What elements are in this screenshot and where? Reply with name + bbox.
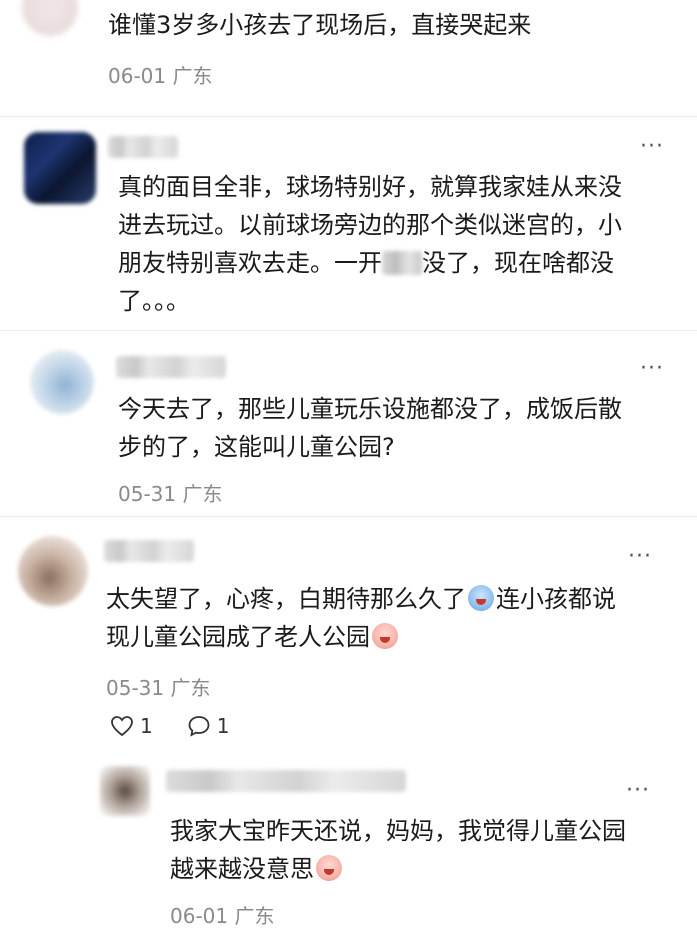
more-icon[interactable]: ··· — [640, 136, 664, 158]
like-count: 1 — [140, 714, 153, 738]
comment-line: 我家大宝昨天还说，妈妈，我觉得儿童公园 — [170, 817, 626, 845]
comment-date: 06-01 — [170, 904, 229, 928]
reply-count: 1 — [216, 714, 230, 738]
comment-line-part: 太失望了，心疼，白期待那么久了 — [106, 585, 466, 613]
more-icon[interactable]: ··· — [628, 546, 652, 568]
comment-date: 05-31 — [106, 676, 165, 700]
username[interactable] — [108, 136, 178, 158]
comment-location: 广东 — [172, 64, 213, 88]
comment-bubble-icon — [188, 716, 210, 737]
avatar[interactable] — [100, 766, 150, 816]
avatar[interactable] — [24, 132, 96, 204]
comment-text: 我家大宝昨天还说，妈妈，我觉得儿童公园 越来越没意思 — [170, 812, 670, 888]
comment-line: 进去玩过。以前球场旁边的那个类似迷宫的，小 — [118, 211, 622, 239]
reply-button[interactable]: 1 — [187, 714, 230, 738]
crying-face-emoji-icon — [372, 623, 398, 649]
comment-line-part: 越来越没意思 — [170, 855, 314, 883]
avatar[interactable] — [18, 536, 88, 606]
avatar[interactable] — [22, 0, 78, 36]
comment-text: 真的面目全非，球场特别好，就算我家娃从来没 进去玩过。以前球场旁边的那个类似迷宫… — [118, 168, 678, 320]
comment-meta: 05-31 广东 — [106, 672, 210, 701]
comment-line-part: 连小孩都说 — [496, 585, 616, 613]
more-icon[interactable]: ··· — [640, 358, 664, 380]
comment-text: 今天去了，那些儿童玩乐设施都没了，成饭后散 步的了，这能叫儿童公园? — [118, 390, 678, 466]
avatar[interactable] — [30, 350, 94, 414]
like-button[interactable]: 1 — [110, 714, 153, 738]
blurred-text — [382, 251, 422, 275]
comment-location: 广东 — [234, 904, 275, 928]
crying-face-emoji-icon — [316, 855, 342, 881]
divider — [0, 116, 697, 117]
divider — [0, 516, 697, 517]
divider — [0, 330, 697, 331]
comment-actions: 1 1 — [110, 714, 229, 738]
comment-line: 朋友特别喜欢去走。一开 没了，现在啥都没 — [118, 244, 678, 282]
comment-line: 了。。。 — [118, 287, 190, 315]
comment-location: 广东 — [170, 676, 211, 700]
comment-line-part: 朋友特别喜欢去走。一开 — [118, 249, 382, 277]
comment-date: 05-31 — [118, 482, 177, 506]
comment-line: 今天去了，那些儿童玩乐设施都没了，成饭后散 — [118, 395, 622, 423]
comment-line: 越来越没意思 — [170, 850, 670, 888]
comment-meta: 06-01 广东 — [170, 900, 274, 929]
comment-line: 真的面目全非，球场特别好，就算我家娃从来没 — [118, 173, 622, 201]
more-icon[interactable]: ··· — [626, 780, 650, 802]
comment-text: 太失望了，心疼，白期待那么久了 连小孩都说 现儿童公园成了老人公园 — [106, 580, 686, 656]
comment-line-part: 没了，现在啥都没 — [422, 249, 614, 277]
comment-meta: 05-31 广东 — [118, 478, 222, 507]
comment-line: 太失望了，心疼，白期待那么久了 连小孩都说 — [106, 580, 686, 618]
username[interactable] — [104, 540, 194, 562]
comment-location: 广东 — [182, 482, 223, 506]
comment-date: 06-01 — [108, 64, 167, 88]
comment-meta: 06-01 广东 — [108, 60, 212, 89]
comment-line: 步的了，这能叫儿童公园? — [118, 433, 395, 461]
crying-face-emoji-icon — [468, 585, 494, 611]
username[interactable] — [116, 356, 226, 378]
comment-line-part: 现儿童公园成了老人公园 — [106, 623, 370, 651]
username[interactable] — [166, 770, 406, 792]
heart-icon — [111, 716, 133, 737]
comment-text: 谁懂3岁多小孩去了现场后，直接哭起来 — [108, 11, 532, 39]
comment-line: 现儿童公园成了老人公园 — [106, 618, 686, 656]
